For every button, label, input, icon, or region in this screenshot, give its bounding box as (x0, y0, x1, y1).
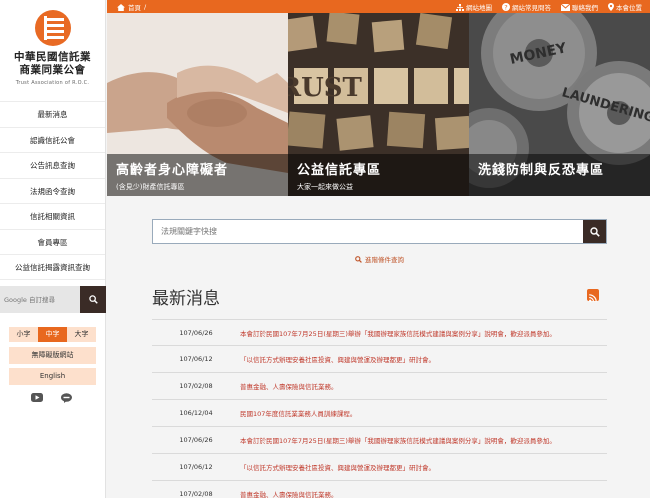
news-link[interactable]: 本會訂於民國107年7月25日(星期三)舉辦「我國辦理家族信託模式建議與案例分享… (240, 328, 556, 338)
faq-link[interactable]: ? 網站常見問答 (502, 2, 551, 12)
location-label: 本會位置 (616, 4, 642, 12)
regulation-search-input[interactable] (153, 220, 583, 243)
search-icon (589, 226, 600, 237)
breadcrumb: 首頁 / (117, 2, 146, 12)
location-link[interactable]: 本會位置 (608, 2, 642, 12)
sidebar-item-members[interactable]: 會員專區 (0, 228, 105, 255)
mail-icon (561, 3, 570, 11)
line-icon[interactable] (61, 393, 72, 403)
banner-caption: 公益信託專區 大家一起來做公益 (288, 154, 469, 196)
trust-letter: TRUST (288, 73, 363, 103)
svg-text:?: ? (504, 3, 507, 11)
news-heading: 最新消息 (152, 289, 220, 309)
advanced-search-label: 進階條件查詢 (365, 256, 404, 264)
news-link[interactable]: 普惠金融、人壽保險與信託業務。 (240, 489, 338, 498)
font-large-button[interactable]: 大字 (67, 327, 96, 342)
regulation-search (152, 219, 607, 244)
search-icon (88, 295, 98, 304)
banner-title: 公益信託專區 (297, 163, 382, 178)
news-item[interactable]: 107/06/12 「以信託方式辦理安養社區投資、興建與營運及辦理都更」研討會。 (152, 454, 607, 481)
news-item[interactable]: 107/06/26 本會訂於民國107年7月25日(星期三)舉辦「我國辦理家族信… (152, 427, 607, 454)
news-date: 107/02/08 (179, 490, 213, 498)
banner-row: 高齡者身心障礙者 (含見少)財產信託專區 TRUST 公益信託專區 大家一起來做… (107, 13, 650, 196)
banner-caption: 高齡者身心障礙者 (含見少)財產信託專區 (107, 154, 288, 196)
news-link[interactable]: 民國107年度信託業業務人員訓練課程。 (240, 408, 356, 418)
banner-elderly[interactable]: 高齡者身心障礙者 (含見少)財產信託專區 (107, 13, 288, 196)
news-date: 106/12/04 (179, 409, 213, 417)
sidebar-search-input[interactable] (0, 286, 80, 313)
contact-label: 聯絡我們 (572, 4, 598, 12)
sidebar-item-announcements[interactable]: 公告訊息查詢 (0, 152, 105, 178)
news-date: 107/06/12 (179, 463, 213, 471)
news-link[interactable]: 「以信託方式辦理安養社區投資、興建與營運及辦理都更」研討會。 (240, 462, 435, 472)
org-name-en: Trust Association of R.O.C. (15, 80, 90, 86)
org-name-line1: 中華民國信託業 (14, 51, 91, 63)
sidebar: 中華民國信託業 商業同業公會 Trust Association of R.O.… (0, 0, 106, 498)
news-link[interactable]: 本會訂於民國107年7月25日(星期三)舉辦「我國辦理家族信託模式建議與案例分享… (240, 435, 556, 445)
home-icon (117, 3, 125, 11)
font-size-switcher: 小字 中字 大字 (9, 327, 96, 342)
sidebar-item-regulations[interactable]: 法規函令查詢 (0, 177, 105, 204)
sitemap-link[interactable]: 網站地圖 (456, 2, 492, 12)
sidebar-search-button[interactable] (80, 286, 106, 313)
banner-title: 洗錢防制與反恐專區 (478, 163, 605, 178)
sidebar-item-charity-disclosure[interactable]: 公益信託揭露資訊查詢 (0, 254, 105, 280)
news-link[interactable]: 普惠金融、人壽保險與信託業務。 (240, 381, 338, 391)
top-bar: 首頁 / 網站地圖 ? 網站常見問答 聯絡我們 本會位置 (107, 0, 650, 13)
contact-link[interactable]: 聯絡我們 (561, 2, 598, 12)
logo[interactable]: 中華民國信託業 商業同業公會 Trust Association of R.O.… (0, 0, 105, 101)
sidebar-item-about[interactable]: 認識信託公會 (0, 126, 105, 153)
advanced-search-link[interactable]: 進階條件查詢 (355, 254, 404, 264)
logo-mark-icon (34, 10, 71, 46)
faq-label: 網站常見問答 (512, 4, 551, 12)
news-item[interactable]: 107/06/12 「以信託方式辦理安養社區投資、興建與營運及辦理都更」研討會。 (152, 346, 607, 373)
news-date: 107/06/26 (179, 328, 213, 337)
regulation-search-button[interactable] (583, 220, 606, 243)
sidebar-nav: 最新消息 認識信託公會 公告訊息查詢 法規函令查詢 信託相關資訊 會員專區 公益… (0, 101, 105, 280)
news-item[interactable]: 107/02/08 普惠金融、人壽保險與信託業務。 (152, 373, 607, 400)
news-list: 107/06/26 本會訂於民國107年7月25日(星期三)舉辦「我國辦理家族信… (152, 319, 607, 498)
breadcrumb-separator: / (144, 3, 147, 11)
search-icon (355, 255, 362, 263)
news-date: 107/06/26 (179, 436, 213, 444)
banner-subtitle: (含見少)財產信託專區 (116, 183, 185, 191)
sidebar-item-news[interactable]: 最新消息 (0, 101, 105, 127)
font-medium-button[interactable]: 中字 (38, 327, 67, 342)
news-date: 107/02/08 (179, 382, 213, 390)
sitemap-label: 網站地圖 (466, 4, 492, 12)
breadcrumb-home[interactable]: 首頁 (128, 2, 141, 12)
org-name-line2: 商業同業公會 (19, 64, 86, 76)
top-links: 網站地圖 ? 網站常見問答 聯絡我們 本會位置 (456, 2, 642, 12)
banner-aml[interactable]: MONEY LAUNDERING 洗錢防制與反恐專區 (469, 13, 650, 196)
banner-subtitle: 大家一起來做公益 (297, 183, 353, 191)
location-icon (608, 3, 614, 11)
sidebar-search (0, 286, 106, 313)
news-date: 107/06/12 (179, 355, 213, 363)
english-button[interactable]: English (9, 368, 96, 385)
rss-icon[interactable] (587, 289, 599, 302)
accessible-site-button[interactable]: 無障礙版網站 (9, 347, 96, 364)
banner-caption: 洗錢防制與反恐專區 (469, 154, 650, 196)
banner-title: 高齡者身心障礙者 (116, 163, 229, 178)
question-icon: ? (502, 3, 510, 11)
banner-charity-trust[interactable]: TRUST 公益信託專區 大家一起來做公益 (288, 13, 469, 196)
font-small-button[interactable]: 小字 (9, 327, 38, 342)
org-name: 中華民國信託業 商業同業公會 (0, 51, 105, 77)
news-item[interactable]: 107/06/26 本會訂於民國107年7月25日(星期三)舉辦「我國辦理家族信… (152, 319, 607, 346)
news-link[interactable]: 「以信託方式辦理安養社區投資、興建與營運及辦理都更」研討會。 (240, 354, 435, 364)
sidebar-item-trust-info[interactable]: 信託相關資訊 (0, 203, 105, 229)
youtube-icon[interactable] (31, 393, 43, 402)
sitemap-icon (456, 3, 464, 11)
news-item[interactable]: 107/02/08 普惠金融、人壽保險與信託業務。 (152, 481, 607, 498)
news-item[interactable]: 106/12/04 民國107年度信託業業務人員訓練課程。 (152, 400, 607, 427)
